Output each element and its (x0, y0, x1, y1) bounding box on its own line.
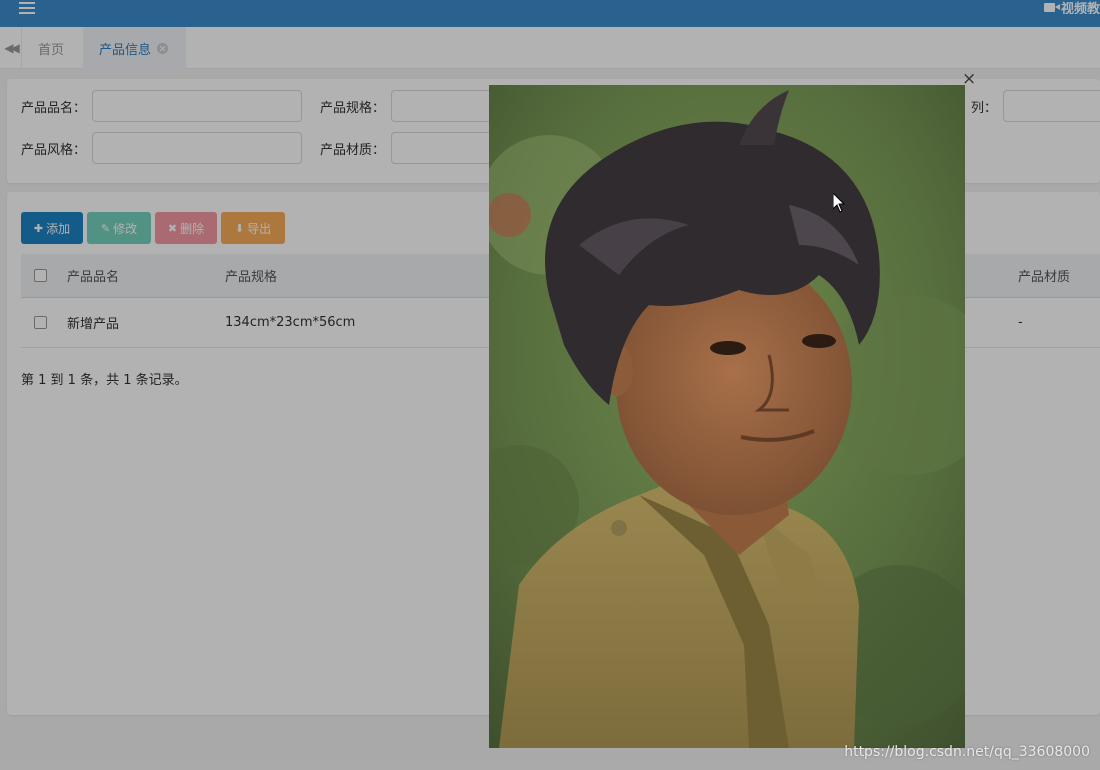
mouse-pointer-icon (833, 193, 845, 213)
watermark-text: https://blog.csdn.net/qq_33608000 (844, 744, 1090, 760)
preview-image (489, 85, 965, 748)
